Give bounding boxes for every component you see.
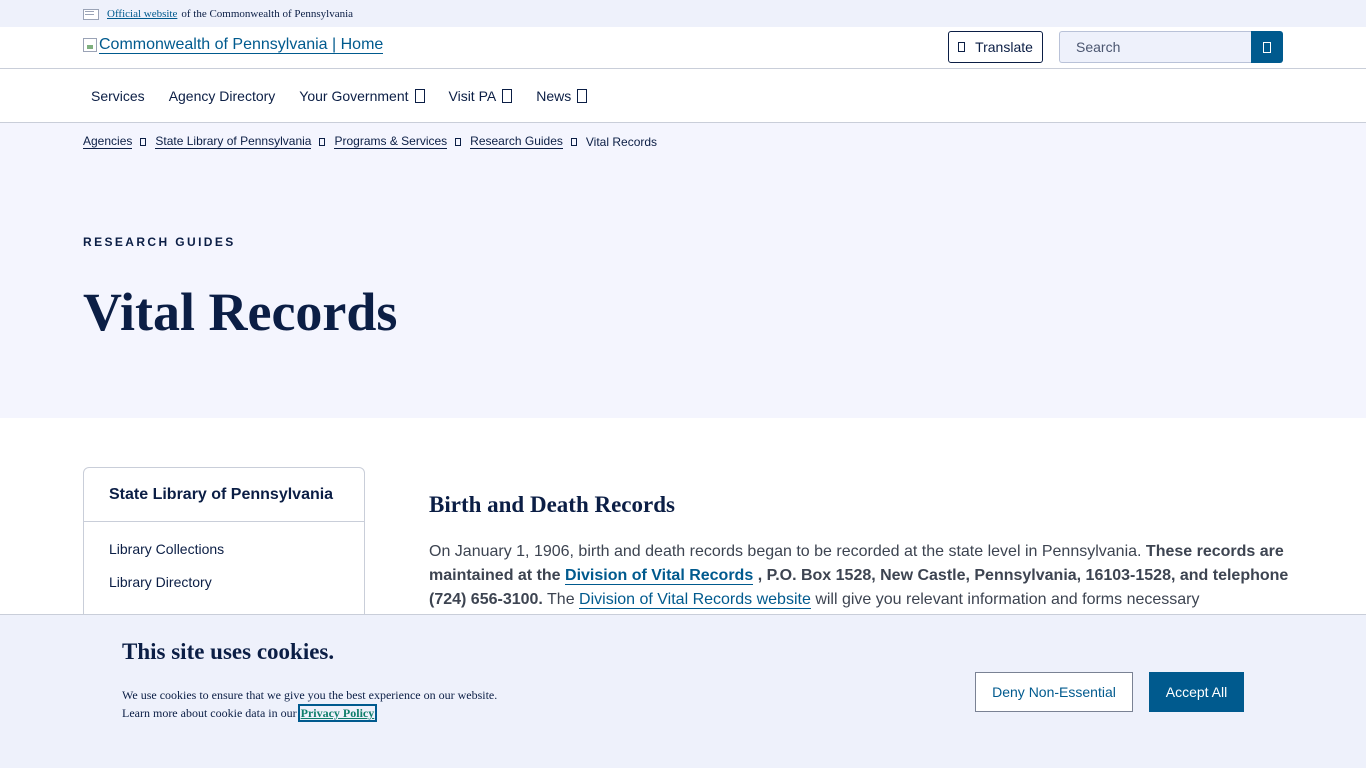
chevron-right-icon	[319, 137, 326, 146]
site-header: Commonwealth of Pennsylvania | Home Tran…	[0, 27, 1366, 68]
search-input[interactable]	[1059, 31, 1251, 63]
chevron-right-icon	[140, 137, 147, 146]
paragraph-text: On January 1, 1906, birth and death reco…	[429, 543, 1142, 560]
search-button[interactable]	[1251, 31, 1283, 63]
chevron-down-icon	[502, 88, 513, 103]
official-banner-text: of the Commonwealth of Pennsylvania	[181, 7, 354, 20]
breadcrumb-state-library[interactable]: State Library of Pennsylvania	[155, 134, 312, 149]
official-website-link[interactable]: Official website	[107, 8, 177, 20]
cookie-text-line1: We use cookies to ensure that we give yo…	[122, 688, 498, 702]
page-title: Vital Records	[83, 282, 398, 342]
article: Birth and Death Records On January 1, 19…	[429, 490, 1289, 612]
cookie-text-line2: Learn more about cookie data in our	[122, 706, 297, 720]
chevron-right-icon	[455, 137, 462, 146]
article-paragraph: On January 1, 1906, birth and death reco…	[429, 540, 1289, 612]
broken-image-icon	[83, 38, 97, 52]
nav-item-label: Visit PA	[448, 87, 497, 104]
home-logo-link[interactable]: Commonwealth of Pennsylvania | Home	[83, 36, 384, 54]
breadcrumb-current: Vital Records	[585, 134, 658, 149]
cookie-banner: This site uses cookies. We use cookies t…	[0, 614, 1366, 768]
chevron-right-icon	[570, 137, 577, 146]
nav-item-services[interactable]: Services	[83, 88, 153, 104]
logo-alt-text: Commonwealth of Pennsylvania | Home	[99, 36, 384, 54]
breadcrumb-agencies[interactable]: Agencies	[83, 134, 133, 149]
chevron-down-icon	[577, 88, 588, 103]
page-eyebrow: RESEARCH GUIDES	[83, 235, 236, 249]
cookie-description: We use cookies to ensure that we give yo…	[122, 686, 542, 722]
page-hero: Agencies State Library of Pennsylvania P…	[0, 123, 1366, 418]
sidenav-title[interactable]: State Library of Pennsylvania	[84, 468, 364, 522]
privacy-policy-link[interactable]: Privacy Policy	[297, 704, 378, 722]
division-vital-records-link[interactable]: Division of Vital Records	[565, 567, 754, 585]
search-form	[1059, 31, 1283, 63]
sidenav-item-library-directory[interactable]: Library Directory	[84, 566, 364, 599]
flag-icon	[83, 8, 99, 20]
nav-item-label: Services	[91, 87, 145, 104]
paragraph-text-mid: The	[547, 591, 575, 608]
nav-item-your-government[interactable]: Your Government	[291, 88, 432, 104]
breadcrumb-programs-services[interactable]: Programs & Services	[334, 134, 448, 149]
nav-item-news[interactable]: News	[528, 88, 595, 104]
sidenav-item-library-collections[interactable]: Library Collections	[84, 533, 364, 566]
vital-records-website-link[interactable]: Division of Vital Records website	[579, 591, 811, 609]
main-navigation: Services Agency Directory Your Governmen…	[0, 68, 1366, 123]
translate-label: Translate	[975, 39, 1033, 55]
nav-item-label: Your Government	[299, 87, 409, 104]
search-icon	[1263, 41, 1271, 53]
accept-all-button[interactable]: Accept All	[1149, 672, 1244, 712]
sidenav-list: Library Collections Library Directory	[84, 522, 364, 599]
paragraph-text-tail: will give you relevant information and f…	[815, 591, 1200, 608]
globe-icon	[958, 42, 966, 52]
deny-non-essential-button[interactable]: Deny Non-Essential	[975, 672, 1133, 712]
translate-button[interactable]: Translate	[948, 31, 1043, 63]
section-heading: Birth and Death Records	[429, 492, 675, 517]
chevron-down-icon	[414, 88, 425, 103]
nav-item-label: News	[536, 87, 572, 104]
nav-item-agency-directory[interactable]: Agency Directory	[161, 88, 284, 104]
official-banner: Official website of the Commonwealth of …	[0, 0, 1366, 27]
nav-item-label: Agency Directory	[168, 87, 276, 104]
cookie-title: This site uses cookies.	[122, 639, 335, 664]
breadcrumb-research-guides[interactable]: Research Guides	[470, 134, 563, 149]
nav-item-visit-pa[interactable]: Visit PA	[441, 88, 521, 104]
breadcrumb: Agencies State Library of Pennsylvania P…	[83, 134, 657, 149]
